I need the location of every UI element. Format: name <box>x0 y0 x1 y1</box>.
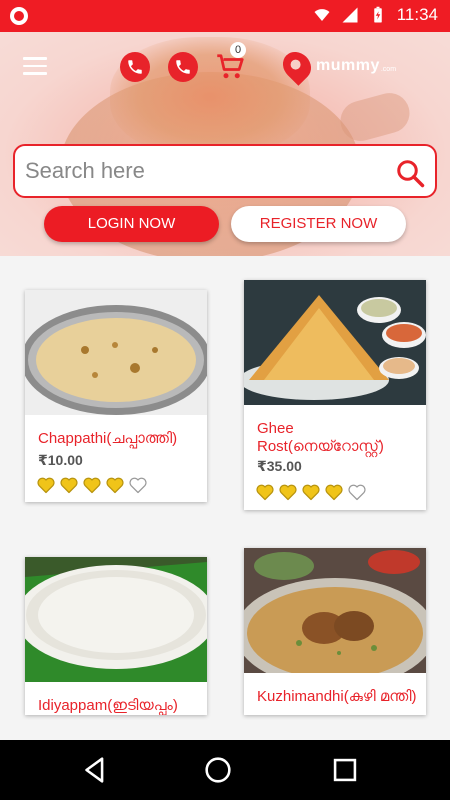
product-name[interactable]: Chappathi(ചപ്പാത്തി) <box>38 430 198 448</box>
search-icon[interactable] <box>395 158 425 188</box>
product-card[interactable]: Ghee Rost(നെയ്റോസ്റ്റ്) ₹35.00 <box>244 280 426 510</box>
brand-name: mummy <box>316 57 380 74</box>
brand-pin-icon <box>277 46 317 86</box>
phone-icon-secondary[interactable] <box>168 52 198 82</box>
product-image <box>244 548 426 673</box>
heart-filled-icon[interactable] <box>82 475 102 495</box>
product-image <box>244 280 426 405</box>
battery-icon <box>373 6 382 23</box>
cart-count-badge: 0 <box>230 42 246 58</box>
menu-icon[interactable] <box>23 57 47 75</box>
home-icon[interactable] <box>201 753 235 787</box>
product-image <box>25 557 207 682</box>
wifi-icon <box>314 9 330 21</box>
heart-empty-icon[interactable] <box>128 475 148 495</box>
product-card[interactable]: Kuzhimandhi(കുഴി മന്തി) <box>244 548 426 715</box>
product-name[interactable]: Ghee Rost(നെയ്റോസ്റ്റ്) <box>257 420 417 456</box>
product-name[interactable]: Kuzhimandhi(കുഴി മന്തി) <box>257 688 417 706</box>
product-card[interactable]: Idiyappam(ഇടിയപ്പം) <box>25 557 207 715</box>
heart-filled-icon[interactable] <box>324 482 344 502</box>
recents-icon[interactable] <box>328 753 362 787</box>
heart-filled-icon[interactable] <box>278 482 298 502</box>
register-button[interactable]: REGISTER NOW <box>231 206 406 242</box>
product-price: ₹35.00 <box>257 458 302 474</box>
notification-icon <box>10 7 28 25</box>
heart-filled-icon[interactable] <box>36 475 56 495</box>
phone-icon[interactable] <box>120 52 150 82</box>
product-card[interactable]: Chappathi(ചപ്പാത്തി) ₹10.00 <box>25 290 207 502</box>
status-bar: 11:34 <box>0 0 450 32</box>
product-name[interactable]: Idiyappam(ഇടിയപ്പം) <box>38 697 198 715</box>
product-image <box>25 290 207 415</box>
login-button[interactable]: LOGIN NOW <box>44 206 219 242</box>
product-price: ₹10.00 <box>38 452 83 468</box>
heart-empty-icon[interactable] <box>347 482 367 502</box>
brand-logo: mummy .com <box>277 46 397 86</box>
clock: 11:34 <box>396 5 438 24</box>
heart-filled-icon[interactable] <box>301 482 321 502</box>
brand-suffix: .com <box>380 65 397 73</box>
search-input[interactable] <box>25 156 385 186</box>
heart-filled-icon[interactable] <box>59 475 79 495</box>
signal-icon <box>342 7 358 23</box>
board-handle-image <box>336 88 414 146</box>
back-icon[interactable] <box>78 753 112 787</box>
heart-filled-icon[interactable] <box>255 482 275 502</box>
status-indicators: 11:34 <box>313 5 438 25</box>
product-rating[interactable] <box>255 482 367 502</box>
heart-filled-icon[interactable] <box>105 475 125 495</box>
product-rating[interactable] <box>36 475 148 495</box>
system-nav-bar <box>0 740 450 800</box>
search-bar[interactable] <box>13 144 437 198</box>
